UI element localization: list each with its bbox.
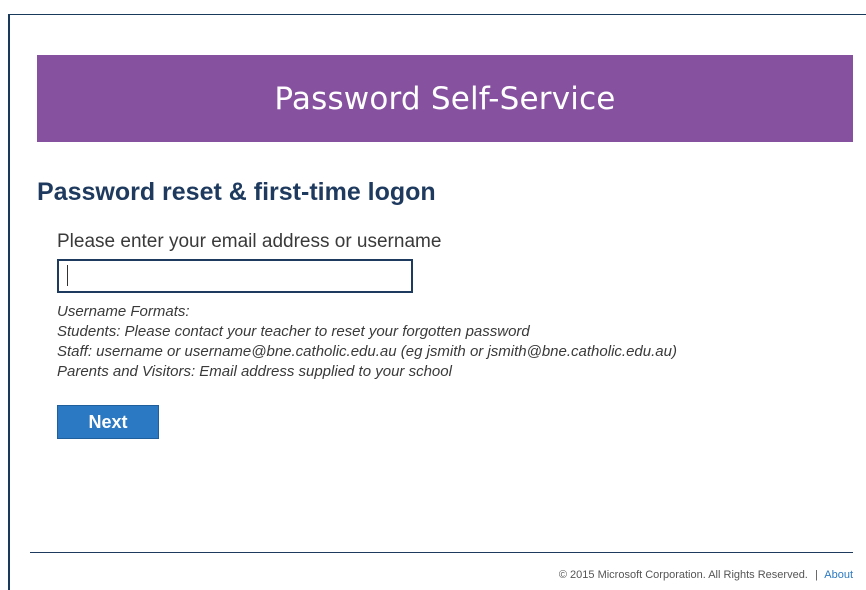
hint-line-staff: Staff: username or username@bne.catholic…: [57, 343, 677, 360]
header-banner: Password Self-Service: [37, 55, 853, 142]
input-prompt-label: Please enter your email address or usern…: [57, 231, 442, 252]
next-button[interactable]: Next: [57, 405, 159, 439]
frame-left-border: [8, 14, 10, 590]
page: Password Self-Service Password reset & f…: [0, 0, 866, 590]
banner-title: Password Self-Service: [274, 80, 616, 117]
username-format-hints: Username Formats: Students: Please conta…: [57, 302, 677, 382]
hint-line-parents: Parents and Visitors: Email address supp…: [57, 363, 452, 380]
page-title: Password reset & first-time logon: [37, 178, 436, 206]
text-caret: [67, 265, 68, 286]
hint-line-formats: Username Formats:: [57, 303, 190, 320]
about-link[interactable]: About: [824, 569, 853, 581]
footer: © 2015 Microsoft Corporation. All Rights…: [559, 569, 853, 581]
copyright-text: © 2015 Microsoft Corporation. All Rights…: [558, 569, 808, 581]
frame-top-border: [8, 14, 866, 15]
footer-separator: |: [814, 569, 818, 581]
hint-line-students: Students: Please contact your teacher to…: [57, 323, 530, 340]
username-input[interactable]: [57, 259, 413, 293]
footer-divider: [30, 552, 853, 553]
